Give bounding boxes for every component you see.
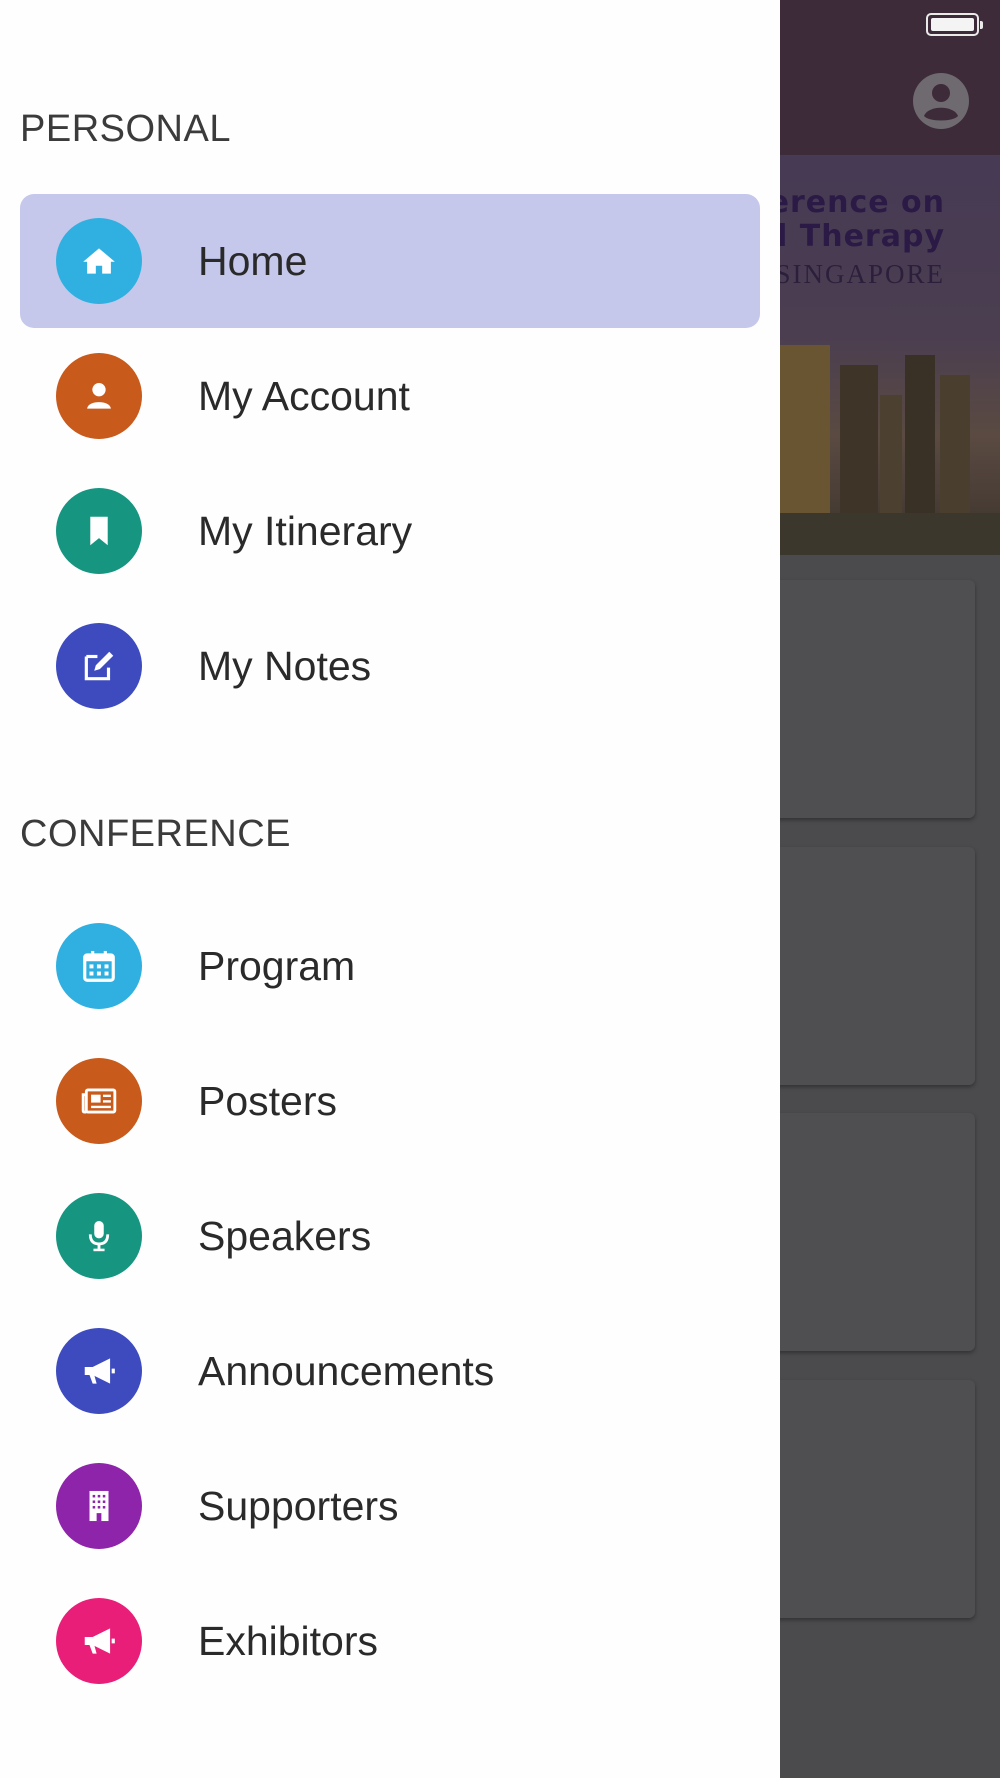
menu-label: Announcements bbox=[198, 1348, 495, 1394]
menu-item-my-account[interactable]: My Account bbox=[20, 329, 760, 463]
newspaper-icon bbox=[56, 1058, 142, 1144]
menu-label: Posters bbox=[198, 1078, 337, 1124]
menu-item-announcements[interactable]: Announcements bbox=[20, 1304, 760, 1438]
bookmark-icon bbox=[56, 488, 142, 574]
skyline-building bbox=[840, 365, 878, 515]
banner-line-1: ference on bbox=[754, 185, 945, 220]
calendar-icon bbox=[56, 923, 142, 1009]
section-title-conference: CONFERENCE bbox=[20, 813, 292, 855]
banner-line-3: SINGAPORE bbox=[775, 259, 945, 289]
menu-item-posters[interactable]: Posters bbox=[20, 1034, 760, 1168]
user-icon bbox=[56, 353, 142, 439]
microphone-icon bbox=[56, 1193, 142, 1279]
menu-label: Exhibitors bbox=[198, 1618, 379, 1664]
menu-item-program[interactable]: Program bbox=[20, 899, 760, 1033]
skyline-building bbox=[880, 395, 902, 515]
menu-label: My Notes bbox=[198, 643, 372, 689]
menu-label: Program bbox=[198, 943, 356, 989]
section-title-personal: PERSONAL bbox=[20, 108, 231, 150]
menu-item-supporters[interactable]: Supporters bbox=[20, 1439, 760, 1573]
menu-item-speakers[interactable]: Speakers bbox=[20, 1169, 760, 1303]
building-icon bbox=[56, 1463, 142, 1549]
skyline-building bbox=[905, 355, 935, 515]
menu-label: My Account bbox=[198, 373, 410, 419]
menu-label: My Itinerary bbox=[198, 508, 413, 554]
menu-item-my-itinerary[interactable]: My Itinerary bbox=[20, 464, 760, 598]
menu-item-home[interactable]: Home bbox=[20, 194, 760, 328]
account-circle-icon bbox=[913, 73, 969, 129]
profile-button[interactable] bbox=[912, 72, 970, 130]
skyline-building bbox=[780, 345, 830, 515]
megaphone-icon bbox=[56, 1328, 142, 1414]
edit-icon bbox=[56, 623, 142, 709]
menu-item-my-notes[interactable]: My Notes bbox=[20, 599, 760, 733]
menu-item-exhibitors[interactable]: Exhibitors bbox=[20, 1574, 760, 1708]
menu-label: Supporters bbox=[198, 1483, 399, 1529]
home-icon bbox=[56, 218, 142, 304]
skyline-building bbox=[940, 375, 970, 515]
megaphone-icon bbox=[56, 1598, 142, 1684]
menu-label: Speakers bbox=[198, 1213, 372, 1259]
menu-label: Home bbox=[198, 238, 308, 284]
navigation-drawer: PERSONAL Home My Account My Itinerary My… bbox=[0, 0, 780, 1778]
battery-icon bbox=[926, 13, 983, 36]
